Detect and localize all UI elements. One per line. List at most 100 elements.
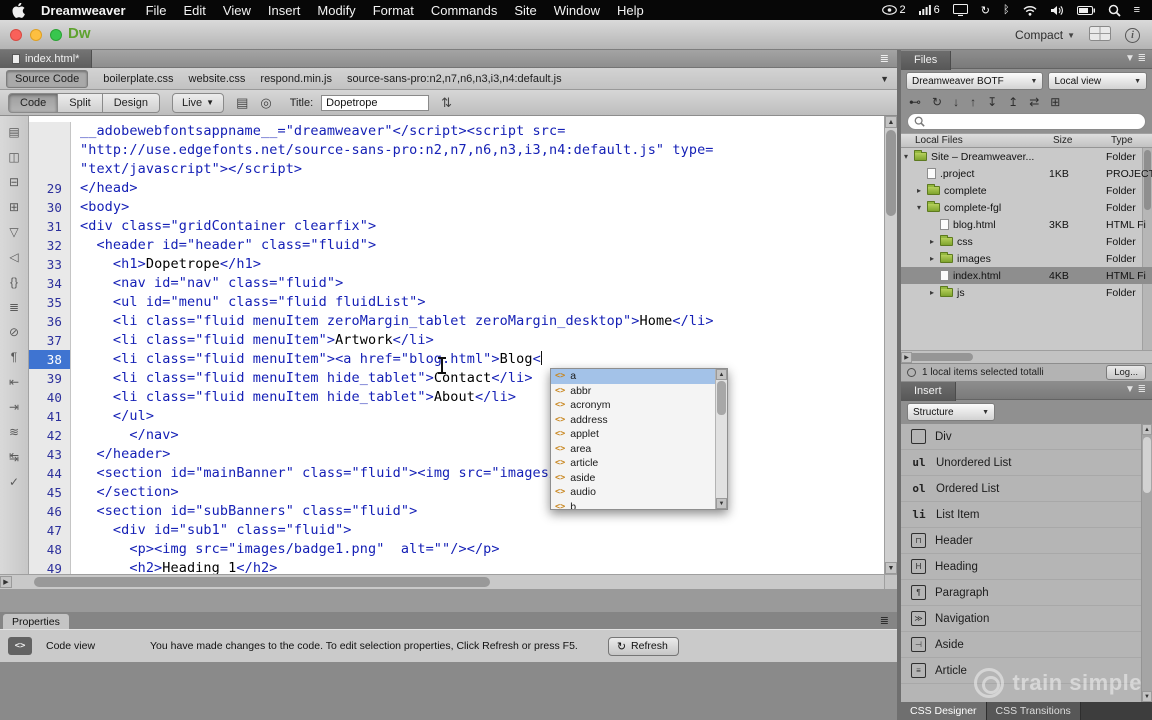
file-row[interactable]: ▸ complete Folder	[901, 182, 1152, 199]
get-files-icon[interactable]: ↓	[953, 95, 959, 109]
tab-css-designer[interactable]: CSS Designer	[901, 702, 987, 720]
scroll-right-icon[interactable]: ▶	[0, 576, 12, 588]
refresh-button[interactable]: ↻ Refresh	[607, 636, 679, 656]
live-view-button[interactable]: Live ▼	[171, 92, 225, 113]
code-line[interactable]: 41 </ul>	[29, 407, 884, 426]
column-size[interactable]: Size	[1053, 134, 1072, 148]
refresh-icon[interactable]: ↻	[932, 95, 942, 109]
tab-insert[interactable]: Insert	[901, 382, 956, 401]
file-row[interactable]: .project 1KB PROJECT	[901, 165, 1152, 182]
apply-comment-icon[interactable]: ¶	[11, 351, 17, 363]
scroll-down-icon[interactable]: ▼	[1142, 691, 1152, 702]
file-row[interactable]: index.html 4KB HTML Fi	[901, 267, 1152, 284]
hint-item[interactable]: <> area	[551, 442, 715, 457]
files-hscroll-thumb[interactable]	[903, 353, 973, 361]
hint-item[interactable]: <> b	[551, 500, 715, 509]
apple-menu-icon[interactable]	[12, 2, 25, 18]
insert-item-div[interactable]: Div	[901, 424, 1152, 450]
code-line[interactable]: 40 <li class="fluid menuItem hide_tablet…	[29, 388, 884, 407]
code-line[interactable]: 43 </header>	[29, 445, 884, 464]
vertical-scrollbar[interactable]: ▲ ▼	[884, 116, 897, 574]
highlight-invalid-code-icon[interactable]: ⊘	[9, 326, 19, 338]
scroll-up-icon[interactable]: ▲	[716, 369, 727, 380]
code-line[interactable]: 47 <div id="sub1" class="fluid">	[29, 521, 884, 540]
disclosure-down-icon[interactable]: ▾	[904, 152, 914, 161]
related-file[interactable]: source-sans-pro:n2,n7,n6,n3,i3,n4:defaul…	[347, 73, 562, 85]
open-documents-icon[interactable]: ▤	[8, 126, 19, 138]
insert-item-paragraph[interactable]: ¶ Paragraph	[901, 580, 1152, 606]
source-code-button[interactable]: Source Code	[6, 69, 89, 88]
file-row[interactable]: ▸ images Folder	[901, 250, 1152, 267]
connect-icon[interactable]: ⊷	[909, 95, 921, 109]
insert-item-header[interactable]: ⊓ Header	[901, 528, 1152, 554]
menu-item-site[interactable]: Site	[514, 3, 536, 18]
hint-scrollbar[interactable]: ▲ ▼	[715, 369, 727, 509]
line-numbers-icon[interactable]: ≣	[9, 301, 19, 313]
code-line[interactable]: __adobewebfontsappname__="dreamweaver"</…	[29, 122, 884, 141]
log-button[interactable]: Log...	[1106, 365, 1146, 380]
code-line[interactable]: 35 <ul id="menu" class="fluid fluidList"…	[29, 293, 884, 312]
code-line[interactable]: 44 <section id="mainBanner" class="fluid…	[29, 464, 884, 483]
code-line[interactable]: "text/javascript"></script>	[29, 160, 884, 179]
view-dropdown[interactable]: Local view ▼	[1048, 72, 1147, 90]
code-line[interactable]: 39 <li class="fluid menuItem hide_tablet…	[29, 369, 884, 388]
display-icon[interactable]	[952, 4, 968, 16]
insert-item-navigation[interactable]: ≫ Navigation	[901, 606, 1152, 632]
bluetooth-icon[interactable]: ᛒ	[1003, 4, 1010, 16]
code-line[interactable]: 46 <section id="subBanners" class="fluid…	[29, 502, 884, 521]
collapse-full-tag-icon[interactable]: ⊟	[9, 176, 19, 188]
workspace-switcher-icon[interactable]	[1089, 26, 1111, 44]
notification-list-icon[interactable]: ≡	[1134, 4, 1140, 16]
tabstrip-menu-icon[interactable]: ≣	[880, 52, 889, 65]
hint-item[interactable]: <> abbr	[551, 384, 715, 399]
volume-icon[interactable]	[1050, 5, 1064, 16]
page-title-input[interactable]	[321, 94, 430, 111]
select-parent-tag-icon[interactable]: ◁	[9, 251, 18, 263]
menu-item-insert[interactable]: Insert	[268, 3, 301, 18]
menu-item-window[interactable]: Window	[554, 3, 600, 18]
preview-in-browser-icon[interactable]: ◎	[260, 95, 271, 111]
indent-right-icon[interactable]: ⇥	[9, 401, 19, 413]
hint-item[interactable]: <> address	[551, 413, 715, 428]
code-lines[interactable]: __adobewebfontsappname__="dreamweaver"</…	[29, 116, 884, 574]
close-button[interactable]	[10, 29, 22, 41]
code-line[interactable]: 49 <h2>Heading 1</h2>	[29, 559, 884, 574]
wrap-tag-icon[interactable]: ≋	[9, 426, 19, 438]
insert-item-heading[interactable]: H Heading	[901, 554, 1152, 580]
disclosure-right-icon[interactable]: ▸	[930, 237, 940, 246]
scroll-up-icon[interactable]: ▲	[1142, 424, 1152, 435]
expand-all-icon[interactable]: ▽	[9, 226, 18, 238]
hint-item[interactable]: <> article	[551, 456, 715, 471]
sync-icon[interactable]: ↻	[981, 4, 990, 17]
file-status-icon[interactable]: ▤	[236, 95, 248, 111]
related-file[interactable]: boilerplate.css	[103, 73, 173, 85]
related-file[interactable]: website.css	[189, 73, 246, 85]
design-view-button[interactable]: Design	[102, 92, 160, 113]
disclosure-right-icon[interactable]: ▸	[930, 254, 940, 263]
insert-item-ul[interactable]: ul Unordered List	[901, 450, 1152, 476]
menu-item-file[interactable]: File	[146, 3, 167, 18]
file-management-icon[interactable]: ⇅	[441, 95, 452, 111]
related-file[interactable]: respond.min.js	[260, 73, 332, 85]
properties-menu-icon[interactable]: ≣	[880, 614, 889, 627]
hint-scroll-thumb[interactable]	[717, 381, 726, 415]
insert-item-aside[interactable]: ⊣ Aside	[901, 632, 1152, 658]
vertical-scroll-thumb[interactable]	[886, 130, 896, 216]
hint-item[interactable]: <> a	[551, 369, 715, 384]
insert-category-dropdown[interactable]: Structure ▼	[907, 403, 995, 421]
code-line[interactable]: 29 </head>	[29, 179, 884, 198]
file-row[interactable]: ▾ complete-fgl Folder	[901, 199, 1152, 216]
files-search-input[interactable]	[907, 113, 1146, 130]
move-css-icon[interactable]: ↹	[9, 451, 19, 463]
balance-braces-icon[interactable]: {}	[10, 276, 18, 288]
code-line[interactable]: 34 <nav id="nav" class="fluid">	[29, 274, 884, 293]
app-menu-title[interactable]: Dreamweaver	[41, 3, 126, 18]
code-line[interactable]: 32 <header id="header" class="fluid">	[29, 236, 884, 255]
menu-item-format[interactable]: Format	[373, 3, 414, 18]
related-files-filter-icon[interactable]: ▼	[880, 74, 889, 84]
menu-item-commands[interactable]: Commands	[431, 3, 497, 18]
scroll-down-icon[interactable]: ▼	[885, 562, 897, 574]
wifi-icon[interactable]	[1023, 5, 1037, 16]
disclosure-right-icon[interactable]: ▸	[930, 288, 940, 297]
code-line[interactable]: 37 <li class="fluid menuItem">Artwork</l…	[29, 331, 884, 350]
